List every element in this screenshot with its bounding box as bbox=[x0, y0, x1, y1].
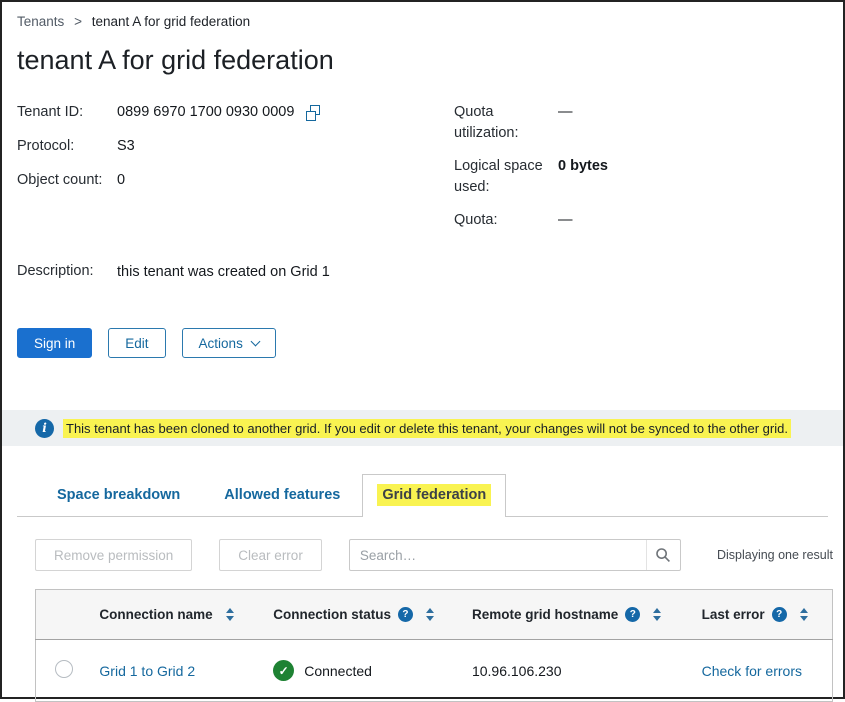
page-title: tenant A for grid federation bbox=[17, 45, 843, 76]
actions-button-label: Actions bbox=[199, 336, 243, 351]
breadcrumb-separator: > bbox=[74, 14, 82, 29]
help-icon[interactable]: ? bbox=[772, 607, 787, 622]
search-input[interactable] bbox=[350, 548, 646, 563]
info-banner: i This tenant has been cloned to another… bbox=[2, 410, 843, 446]
col-connection-name-label: Connection name bbox=[99, 607, 212, 622]
quota-utilization-value: — bbox=[558, 102, 828, 144]
row-radio[interactable] bbox=[55, 660, 73, 678]
connection-name-link[interactable]: Grid 1 to Grid 2 bbox=[99, 663, 195, 679]
sign-in-button[interactable]: Sign in bbox=[17, 328, 92, 358]
check-circle-icon: ✓ bbox=[273, 660, 294, 681]
description-row: Description: this tenant was created on … bbox=[17, 261, 828, 282]
remove-permission-button[interactable]: Remove permission bbox=[35, 539, 192, 571]
object-count-value: 0 bbox=[117, 170, 454, 191]
sort-icon[interactable] bbox=[426, 608, 434, 621]
col-remote-grid-hostname-label: Remote grid hostname bbox=[472, 607, 618, 622]
sort-icon[interactable] bbox=[653, 608, 661, 621]
tenant-details: Tenant ID: 0899 6970 1700 0930 0009 Prot… bbox=[17, 102, 828, 231]
sort-icon[interactable] bbox=[226, 608, 234, 621]
help-icon[interactable]: ? bbox=[398, 607, 413, 622]
connection-status: ✓ Connected bbox=[273, 660, 372, 681]
object-count-label: Object count: bbox=[17, 170, 117, 191]
col-last-error[interactable]: Last error ? bbox=[702, 590, 833, 640]
chevron-down-icon bbox=[250, 336, 260, 346]
tab-space-breakdown[interactable]: Space breakdown bbox=[35, 475, 202, 516]
tab-grid-federation-label: Grid federation bbox=[377, 484, 491, 506]
table-row: Grid 1 to Grid 2 ✓ Connected 10.96.106.2… bbox=[36, 640, 833, 702]
banner-message: This tenant has been cloned to another g… bbox=[63, 419, 791, 438]
logical-space-used-label: Logical space used: bbox=[454, 156, 558, 198]
info-icon: i bbox=[35, 419, 54, 438]
help-icon[interactable]: ? bbox=[625, 607, 640, 622]
tenant-id-label: Tenant ID: bbox=[17, 102, 117, 123]
col-last-error-label: Last error bbox=[702, 607, 765, 622]
action-buttons: Sign in Edit Actions bbox=[17, 328, 828, 358]
quota-utilization-label: Quota utilization: bbox=[454, 102, 558, 144]
col-connection-name[interactable]: Connection name bbox=[99, 590, 273, 640]
actions-button[interactable]: Actions bbox=[182, 328, 276, 358]
banner-text: This tenant has been cloned to another g… bbox=[63, 421, 791, 436]
col-connection-status-label: Connection status bbox=[273, 607, 391, 622]
connections-table: Connection name Connection status ? Remo… bbox=[35, 589, 833, 702]
tenant-id-value: 0899 6970 1700 0930 0009 bbox=[117, 102, 294, 123]
protocol-value: S3 bbox=[117, 136, 454, 157]
tab-bar: Space breakdown Allowed features Grid fe… bbox=[17, 474, 828, 517]
tab-grid-federation[interactable]: Grid federation bbox=[362, 474, 506, 517]
search-box bbox=[349, 539, 681, 571]
clear-error-button[interactable]: Clear error bbox=[219, 539, 322, 571]
table-header-row: Connection name Connection status ? Remo… bbox=[36, 590, 833, 640]
radio-column-header bbox=[36, 590, 100, 640]
search-icon[interactable] bbox=[646, 540, 680, 570]
sort-icon[interactable] bbox=[800, 608, 808, 621]
check-for-errors-link[interactable]: Check for errors bbox=[702, 663, 802, 679]
result-count: Displaying one result bbox=[717, 548, 833, 562]
remote-grid-hostname: 10.96.106.230 bbox=[472, 663, 562, 679]
edit-button[interactable]: Edit bbox=[108, 328, 165, 358]
col-connection-status[interactable]: Connection status ? bbox=[273, 590, 472, 640]
breadcrumb: Tenants > tenant A for grid federation bbox=[2, 2, 843, 29]
table-toolbar: Remove permission Clear error Displaying… bbox=[35, 539, 833, 571]
protocol-label: Protocol: bbox=[17, 136, 117, 157]
col-remote-grid-hostname[interactable]: Remote grid hostname ? bbox=[472, 590, 702, 640]
quota-label: Quota: bbox=[454, 210, 558, 231]
tenant-details-page: Tenants > tenant A for grid federation t… bbox=[2, 2, 843, 702]
quota-value: — bbox=[558, 210, 828, 231]
copy-icon[interactable] bbox=[305, 105, 321, 121]
tab-allowed-features[interactable]: Allowed features bbox=[202, 475, 362, 516]
breadcrumb-current: tenant A for grid federation bbox=[92, 14, 250, 29]
logical-space-used-value: 0 bytes bbox=[558, 156, 828, 198]
description-label: Description: bbox=[17, 261, 117, 282]
connection-status-text: Connected bbox=[304, 663, 372, 679]
breadcrumb-tenants-link[interactable]: Tenants bbox=[17, 14, 64, 29]
description-value: this tenant was created on Grid 1 bbox=[117, 261, 330, 282]
